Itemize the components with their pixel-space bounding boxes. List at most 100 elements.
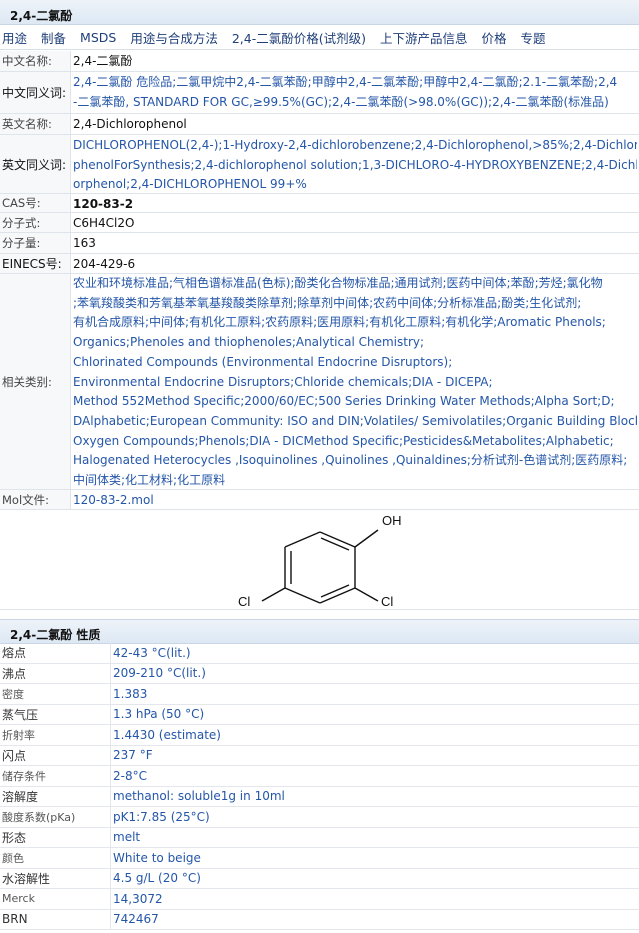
label-einecs: EINECS号: bbox=[0, 254, 71, 273]
prop-label: 储存条件 bbox=[0, 766, 111, 786]
prop-label: 密度 bbox=[0, 684, 111, 704]
prop-value: 42-43 °C(lit.) bbox=[113, 645, 191, 660]
structure-diagram: OH Cl Cl bbox=[0, 510, 639, 610]
prop-label: Merck bbox=[0, 889, 111, 909]
cn-synonyms-line: 2,4-二氯酚 危险品;二氯甲烷中2,4-二氯苯酚;甲醇中2,4-二氯苯酚;甲醇… bbox=[73, 75, 618, 89]
prop-row: 水溶解性 4.5 g/L (20 °C) bbox=[0, 868, 639, 889]
prop-label: BRN bbox=[0, 909, 111, 929]
en-synonyms-line: DICHLOROPHENOL(2,4-);1-Hydroxy-2,4-dichl… bbox=[73, 138, 637, 152]
prop-label: 闪点 bbox=[0, 745, 111, 765]
value-molecular-weight: 163 bbox=[73, 236, 96, 250]
row-en-synonyms: 英文同义词: DICHLOROPHENOL(2,4-);1-Hydroxy-2,… bbox=[0, 135, 639, 194]
prop-row: 熔点 42-43 °C(lit.) bbox=[0, 643, 639, 664]
label-formula: 分子式: bbox=[0, 213, 71, 232]
bond-oh bbox=[354, 529, 379, 548]
category-line: Halogenated Heterocycles ,Isoquinolines … bbox=[73, 453, 628, 468]
category-line: Chlorinated Compounds (Environmental End… bbox=[73, 354, 453, 369]
prop-value: methanol: soluble1g in 10ml bbox=[113, 789, 285, 804]
prop-value: 14,3072 bbox=[113, 891, 163, 906]
nav-link-price-reagent[interactable]: 2,4-二氯酚价格(试剂级) bbox=[232, 28, 366, 47]
prop-row: 密度 1.383 bbox=[0, 684, 639, 705]
molecule-structure: OH Cl Cl bbox=[238, 513, 402, 609]
prop-value: 742467 bbox=[113, 912, 159, 927]
en-synonyms-line: orphenol;2,4-DICHLOROPHENOL 99+% bbox=[73, 177, 307, 192]
category-line: 有机合成原料;中间体;有机化工原料;农药原料;医用原料;有机化工原料;有机化学;… bbox=[73, 315, 606, 330]
label-cn-synonyms: 中文同义词: bbox=[0, 72, 71, 113]
prop-label: 溶解度 bbox=[0, 786, 111, 806]
bond bbox=[284, 587, 321, 604]
mol-file-link[interactable]: 120-83-2.mol bbox=[71, 490, 639, 509]
nav-link-msds[interactable]: MSDS bbox=[80, 30, 116, 45]
prop-label: 水溶解性 bbox=[0, 868, 111, 888]
category-line: 农业和环境标准品;气相色谱标准品(色标);酚类化合物标准品;通用试剂;医药中间体… bbox=[73, 276, 603, 290]
cn-synonyms-line: -二氯苯酚, STANDARD FOR GC,≥99.5%(GC);2,4-二氯… bbox=[73, 94, 609, 109]
nav-link-topics[interactable]: 专题 bbox=[521, 28, 546, 47]
prop-row: 蒸气压 1.3 hPa (50 °C) bbox=[0, 704, 639, 725]
prop-label: 熔点 bbox=[0, 643, 111, 663]
value-related-categories: 农业和环境标准品;气相色谱标准品(色标);酚类化合物标准品;通用试剂;医药中间体… bbox=[71, 274, 639, 489]
value-formula: C6H4Cl2O bbox=[73, 216, 135, 230]
value-en-synonyms: DICHLOROPHENOL(2,4-);1-Hydroxy-2,4-dichl… bbox=[71, 135, 639, 193]
label-cl-right: Cl bbox=[381, 594, 393, 609]
category-line: Organics;Phenoles and thiophenoles;Analy… bbox=[73, 335, 425, 350]
label-molecular-weight: 分子量: bbox=[0, 233, 71, 253]
row-einecs: EINECS号: 204-429-6 bbox=[0, 254, 639, 274]
row-related-categories: 相关类别: 农业和环境标准品;气相色谱标准品(色标);酚类化合物标准品;通用试剂… bbox=[0, 274, 639, 490]
prop-value: White to beige bbox=[113, 850, 201, 865]
category-line: Environmental Endocrine Disruptors;Chlor… bbox=[73, 374, 493, 389]
prop-value: 1.4430 (estimate) bbox=[113, 727, 221, 742]
prop-label: 蒸气压 bbox=[0, 704, 111, 724]
prop-row: 颜色 White to beige bbox=[0, 848, 639, 869]
label-en-synonyms: 英文同义词: bbox=[0, 135, 71, 193]
prop-value: 1.3 hPa (50 °C) bbox=[113, 707, 205, 722]
category-line: DAlphabetic;European Community: ISO and … bbox=[73, 413, 637, 428]
prop-label: 颜色 bbox=[0, 848, 111, 868]
row-en-name: 英文名称: 2,4-Dichlorophenol bbox=[0, 114, 639, 135]
row-mol-file: Mol文件: 120-83-2.mol bbox=[0, 490, 639, 510]
nav-link-uses-synthesis[interactable]: 用途与合成方法 bbox=[130, 28, 218, 47]
prop-row: 溶解度 methanol: soluble1g in 10ml bbox=[0, 786, 639, 807]
nav-link-upstream-downstream[interactable]: 上下游产品信息 bbox=[380, 28, 468, 47]
label-cn-name: 中文名称: bbox=[0, 51, 71, 71]
value-cas: 120-83-2 bbox=[73, 197, 134, 211]
nav-link-uses[interactable]: 用途 bbox=[2, 28, 27, 47]
nav-link-preparation[interactable]: 制备 bbox=[41, 28, 66, 47]
prop-row: 沸点 209-210 °C(lit.) bbox=[0, 663, 639, 684]
prop-value: 4.5 g/L (20 °C) bbox=[113, 871, 201, 886]
prop-label: 形态 bbox=[0, 827, 111, 847]
prop-row: BRN 742467 bbox=[0, 909, 639, 930]
prop-row: Merck 14,3072 bbox=[0, 889, 639, 910]
prop-label: 沸点 bbox=[0, 663, 111, 683]
prop-label: 折射率 bbox=[0, 725, 111, 745]
prop-value: 1.383 bbox=[113, 686, 148, 701]
prop-value: 2-8°C bbox=[113, 768, 147, 783]
bond-cl-right bbox=[354, 587, 379, 602]
label-cl-left: Cl bbox=[238, 594, 250, 609]
prop-row: 形态 melt bbox=[0, 827, 639, 848]
label-cas: CAS号: bbox=[0, 194, 71, 212]
prop-value: 209-210 °C(lit.) bbox=[113, 666, 206, 681]
value-cn-synonyms: 2,4-二氯酚 危险品;二氯甲烷中2,4-二氯苯酚;甲醇中2,4-二氯苯酚;甲醇… bbox=[71, 72, 639, 113]
label-related-categories: 相关类别: bbox=[0, 274, 71, 489]
prop-row: 闪点 237 °F bbox=[0, 745, 639, 766]
label-oh: OH bbox=[382, 513, 402, 528]
nav-link-price[interactable]: 价格 bbox=[482, 28, 507, 47]
bond-cl-left bbox=[261, 587, 286, 602]
page-title: 2,4-二氯酚 bbox=[0, 0, 639, 25]
row-cas: CAS号: 120-83-2 bbox=[0, 194, 639, 213]
row-molecular-weight: 分子量: 163 bbox=[0, 233, 639, 254]
category-line: Oxygen Compounds;Phenols;DIA - DICMethod… bbox=[73, 433, 614, 448]
prop-value: 237 °F bbox=[113, 748, 153, 763]
label-en-name: 英文名称: bbox=[0, 114, 71, 134]
prop-value: melt bbox=[113, 830, 141, 845]
row-cn-synonyms: 中文同义词: 2,4-二氯酚 危险品;二氯甲烷中2,4-二氯苯酚;甲醇中2,4-… bbox=[0, 72, 639, 114]
category-line: 中间体类;化工材料;化工原料 bbox=[73, 473, 226, 488]
double-bond bbox=[320, 584, 350, 598]
en-synonyms-line: phenolForSynthesis;2,4-dichlorophenol so… bbox=[73, 157, 637, 172]
section-nav: 用途 制备 MSDS 用途与合成方法 2,4-二氯酚价格(试剂级) 上下游产品信… bbox=[0, 25, 639, 50]
label-mol-file: Mol文件: bbox=[0, 490, 71, 509]
value-einecs: 204-429-6 bbox=[73, 257, 136, 271]
double-bond bbox=[320, 537, 350, 551]
properties-title: 2,4-二氯酚 性质 bbox=[0, 619, 639, 644]
category-line: ;苯氧羧酸类和芳氧基苯氧基羧酸类除草剂;除草剂中间体;农药中间体;分析标准品;酚… bbox=[73, 295, 582, 310]
